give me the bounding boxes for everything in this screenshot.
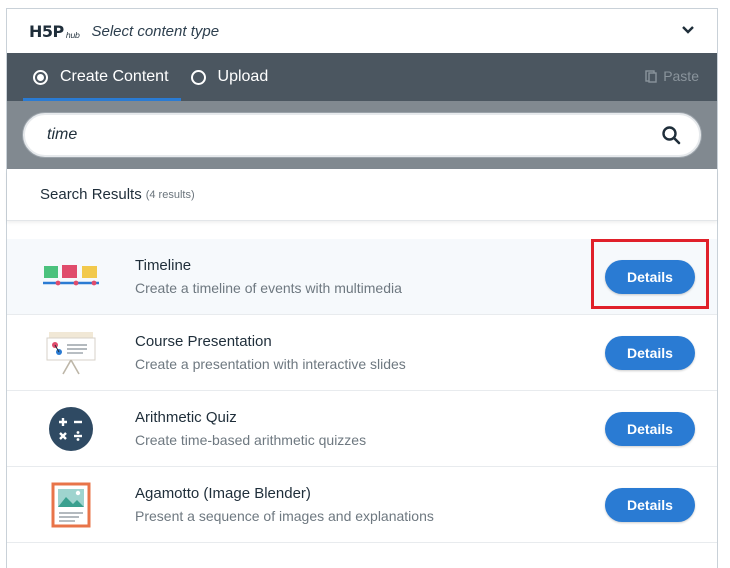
tab-upload[interactable]: Upload (181, 53, 281, 101)
search-icon[interactable] (661, 125, 681, 145)
paste-icon (645, 70, 657, 83)
results-count: (4 results) (145, 188, 195, 201)
details-button-timeline[interactable]: Details (605, 259, 695, 294)
results-label: Search Results (40, 186, 142, 203)
list-item-course-presentation[interactable]: Course Presentation Create a presentatio… (7, 315, 717, 391)
header-title: Select content type (91, 22, 220, 40)
radio-unchecked-icon (190, 69, 206, 85)
logo-sub-text: hub (65, 30, 80, 40)
list-item-arithmetic-quiz[interactable]: Arithmetic Quiz Create time-based arithm… (7, 391, 717, 467)
course-presentation-icon (46, 331, 96, 374)
list-item-agamotto[interactable]: Agamotto (Image Blender) Present a seque… (7, 467, 717, 543)
details-button-arithmetic-quiz[interactable]: Details (605, 411, 695, 446)
list-item-timeline[interactable]: Timeline Create a timeline of events wit… (7, 239, 717, 315)
results-list: Timeline Create a timeline of events wit… (7, 239, 717, 543)
radio-checked-icon (33, 69, 48, 85)
details-button-agamotto[interactable]: Details (605, 487, 695, 522)
arithmetic-quiz-icon (49, 406, 93, 451)
logo-text: H5P (29, 21, 64, 41)
tab-label: Create Content (60, 68, 169, 85)
tab-create-content[interactable]: Create Content (23, 53, 181, 101)
tab-label: Upload (217, 68, 269, 85)
chevron-down-icon[interactable] (681, 23, 695, 37)
search-results-header: Search Results (4 results) (7, 169, 717, 221)
search-box (23, 113, 701, 157)
agamotto-icon (51, 482, 91, 527)
hub-header[interactable]: H5P hub Select content type (7, 9, 717, 53)
timeline-icon (43, 264, 99, 285)
paste-button[interactable]: Paste (645, 68, 699, 84)
h5p-hub-panel: H5P hub Select content type Create Conte… (6, 8, 718, 568)
search-input[interactable] (47, 126, 661, 144)
h5p-hub-logo: H5P hub (29, 21, 80, 41)
tab-bar: Create Content Upload Paste (7, 53, 717, 101)
paste-label: Paste (663, 68, 699, 84)
details-button-course-presentation[interactable]: Details (605, 335, 695, 370)
search-area (7, 101, 717, 169)
